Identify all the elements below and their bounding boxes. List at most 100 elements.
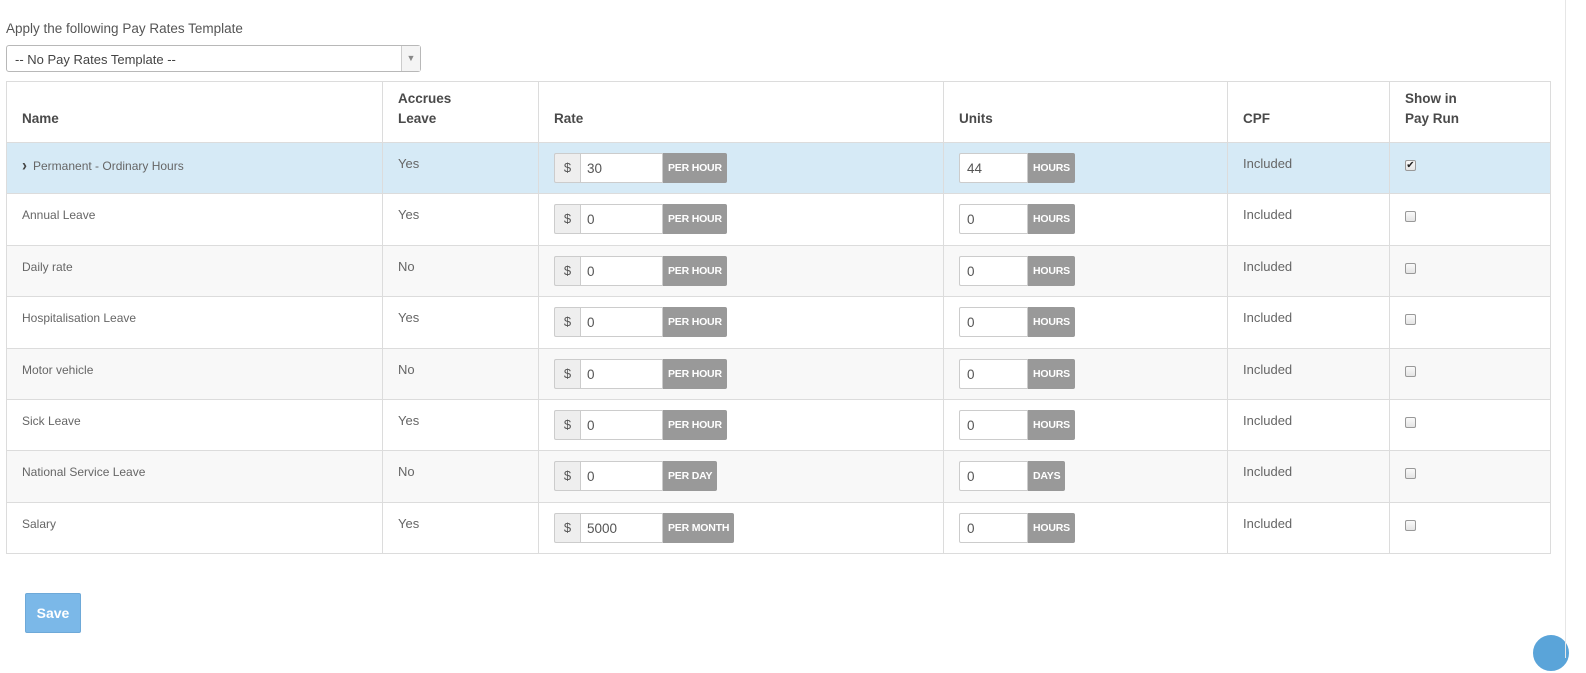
cell-rate: $30 PER HOUR <box>538 141 944 194</box>
pay-rates-template-value: -- No Pay Rates Template -- <box>15 52 176 67</box>
pay-item-name: Permanent - Ordinary Hours <box>33 159 184 173</box>
units-label-badge: HOURS <box>1028 512 1075 543</box>
cell-rate: $0 PER HOUR <box>538 347 944 400</box>
rate-input[interactable]: 30 <box>580 153 663 183</box>
show-in-pay-run-checkbox[interactable] <box>1405 365 1416 377</box>
cell-accrues-leave: Yes <box>382 193 539 246</box>
units-input-group: 0 HOURS <box>959 255 1075 286</box>
save-button[interactable]: Save <box>25 593 81 633</box>
rate-unit-badge: PER MONTH <box>663 512 735 543</box>
cell-units: 0 HOURS <box>943 398 1228 451</box>
rate-input-group: $5000 PER MONTH <box>554 512 735 543</box>
cell-units: 0 HOURS <box>943 347 1228 400</box>
cell-show-in-pay-run <box>1389 244 1551 297</box>
rate-input[interactable]: 0 <box>580 255 663 286</box>
units-input[interactable]: 0 <box>959 358 1028 389</box>
units-label-badge: HOURS <box>1028 307 1075 338</box>
units-label-badge: HOURS <box>1028 409 1075 440</box>
show-in-pay-run-checkbox[interactable] <box>1405 262 1416 274</box>
table-row[interactable]: Annual Leave Yes $0 PER HOUR 0 HOURS Included <box>6 193 1551 246</box>
cell-units: 44 HOURS <box>943 141 1228 194</box>
cell-accrues-leave: Yes <box>382 398 539 451</box>
show-in-pay-run-checkbox[interactable] <box>1405 211 1416 223</box>
units-input[interactable]: 0 <box>959 307 1028 338</box>
table-row[interactable]: Motor vehicle No $0 PER HOUR 0 HOURS Included <box>6 347 1551 400</box>
show-in-pay-run-checkbox[interactable] <box>1405 519 1416 531</box>
cell-cpf: Included <box>1227 141 1390 194</box>
units-input[interactable]: 44 <box>959 153 1028 183</box>
cell-name: Sick Leave <box>6 398 383 451</box>
rate-unit-badge: PER HOUR <box>663 409 727 440</box>
pay-rates-template-select[interactable]: -- No Pay Rates Template -- ▼ <box>6 45 421 72</box>
cell-name: Annual Leave <box>6 193 383 246</box>
table-row[interactable]: Sick Leave Yes $0 PER HOUR 0 HOURS Included <box>6 398 1551 451</box>
units-input[interactable]: 0 <box>959 204 1028 235</box>
show-in-pay-run-checkbox[interactable] <box>1405 416 1416 428</box>
units-input[interactable]: 0 <box>959 461 1028 492</box>
page-edge-divider <box>1565 0 1566 658</box>
table-header-row: Name Accrues Leave Rate Units CPF Show in… <box>6 81 1551 143</box>
rate-input[interactable]: 0 <box>580 307 663 338</box>
cell-accrues-leave: Yes <box>382 141 539 194</box>
table-row[interactable]: Hospitalisation Leave Yes $0 PER HOUR 0 HOURS… <box>6 296 1551 349</box>
rate-unit-badge: PER HOUR <box>663 204 727 235</box>
rate-input-group: $0 PER HOUR <box>554 358 727 389</box>
rate-input[interactable]: 0 <box>580 358 663 389</box>
cell-show-in-pay-run <box>1389 450 1551 503</box>
table-row[interactable]: Salary Yes $5000 PER MONTH 0 HOURS Included <box>6 501 1551 554</box>
currency-addon: $ <box>554 204 580 235</box>
cell-accrues-leave: No <box>382 450 539 503</box>
dropdown-arrow-icon[interactable]: ▼ <box>401 46 420 71</box>
cell-units: 0 HOURS <box>943 244 1228 297</box>
rate-unit-badge: PER HOUR <box>663 255 727 286</box>
cell-cpf: Included <box>1227 501 1390 554</box>
currency-addon: $ <box>554 409 580 440</box>
cell-name: National Service Leave <box>6 450 383 503</box>
table-row[interactable]: National Service Leave No $0 PER DAY 0 DAYS In… <box>6 450 1551 503</box>
rate-input[interactable]: 5000 <box>580 512 663 543</box>
units-label-badge: HOURS <box>1028 255 1075 286</box>
show-in-pay-run-checkbox[interactable] <box>1405 468 1416 480</box>
cell-units: 0 HOURS <box>943 193 1228 246</box>
cell-show-in-pay-run <box>1389 398 1551 451</box>
cell-cpf: Included <box>1227 450 1390 503</box>
cell-name: Daily rate <box>6 244 383 297</box>
units-input[interactable]: 0 <box>959 512 1028 543</box>
rate-input[interactable]: 0 <box>580 409 663 440</box>
rate-input-group: $0 PER HOUR <box>554 307 727 338</box>
show-in-pay-run-checkbox[interactable]: ✔ <box>1405 160 1416 171</box>
chevron-right-icon[interactable]: › <box>22 156 27 175</box>
cell-rate: $0 PER HOUR <box>538 193 944 246</box>
show-in-pay-run-checkbox[interactable] <box>1405 314 1416 326</box>
header-accrues-leave: Accrues Leave <box>382 81 539 143</box>
cell-accrues-leave: Yes <box>382 501 539 554</box>
pay-item-name: Sick Leave <box>22 413 81 428</box>
rate-input[interactable]: 0 <box>580 204 663 235</box>
rate-unit-badge: PER HOUR <box>663 307 727 338</box>
cell-cpf: Included <box>1227 347 1390 400</box>
cell-units: 0 HOURS <box>943 501 1228 554</box>
cell-accrues-leave: No <box>382 244 539 297</box>
rate-unit-badge: PER HOUR <box>663 358 727 389</box>
rate-input-group: $0 PER HOUR <box>554 255 727 286</box>
units-input[interactable]: 0 <box>959 255 1028 286</box>
cell-show-in-pay-run <box>1389 347 1551 400</box>
table-row[interactable]: › Permanent - Ordinary Hours Yes $30 PER HOU… <box>6 141 1551 194</box>
cell-name: Hospitalisation Leave <box>6 296 383 349</box>
header-rate: Rate <box>538 81 944 143</box>
rate-input-group: $0 PER DAY <box>554 461 718 492</box>
header-name: Name <box>6 81 383 143</box>
table-row[interactable]: Daily rate No $0 PER HOUR 0 HOURS Included <box>6 244 1551 297</box>
header-units: Units <box>943 81 1228 143</box>
cell-units: 0 HOURS <box>943 296 1228 349</box>
cell-rate: $0 PER HOUR <box>538 398 944 451</box>
cell-show-in-pay-run <box>1389 296 1551 349</box>
cell-accrues-leave: Yes <box>382 296 539 349</box>
cell-name: Salary <box>6 501 383 554</box>
units-input[interactable]: 0 <box>959 409 1028 440</box>
units-input-group: 0 HOURS <box>959 204 1075 235</box>
currency-addon: $ <box>554 307 580 338</box>
rate-input[interactable]: 0 <box>580 461 663 492</box>
cell-show-in-pay-run <box>1389 501 1551 554</box>
rate-input-group: $30 PER HOUR <box>554 153 727 183</box>
